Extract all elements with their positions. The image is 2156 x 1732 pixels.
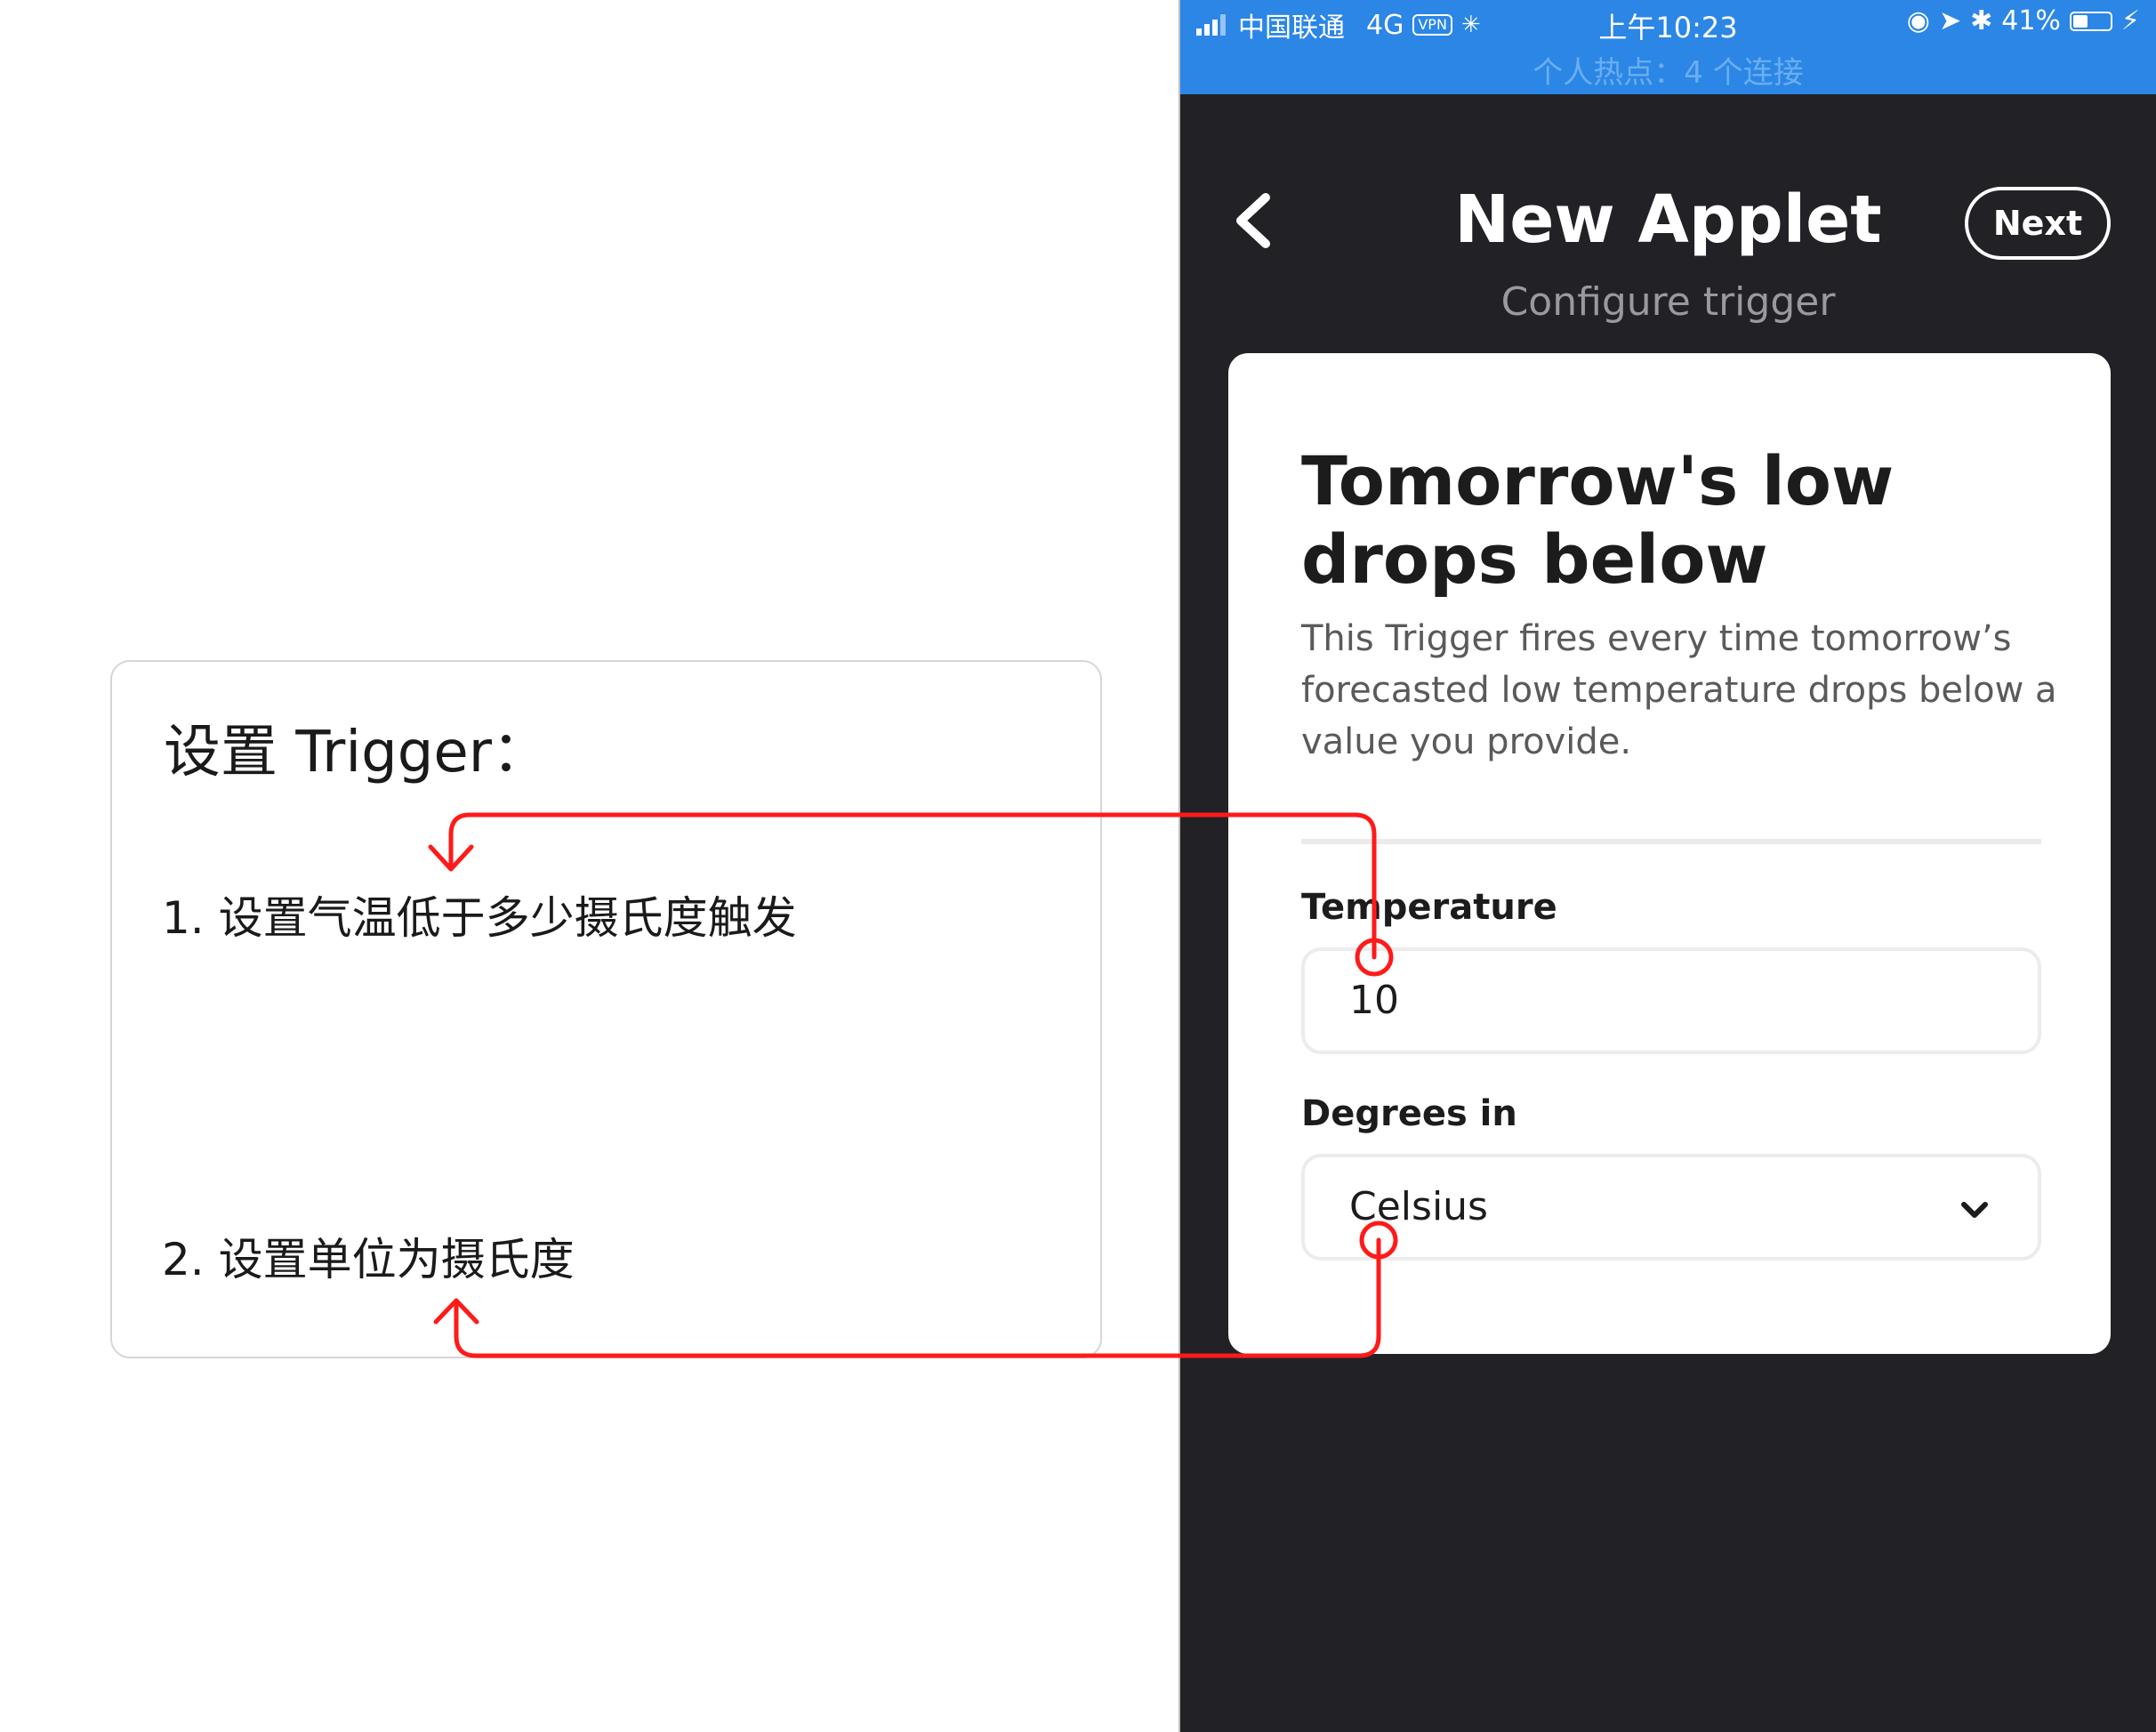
page-subtitle: Configure trigger [1500,279,1836,325]
temperature-input[interactable]: 10 [1301,947,2041,1054]
annotation-card: 设置 Trigger： 1. 设置气温低于多少摄氏度触发 2. 设置单位为摄氏度 [110,660,1102,1358]
degrees-select[interactable]: Celsius [1301,1154,2041,1261]
annotation-title: 设置 Trigger： [164,720,550,785]
bluetooth-icon: ✱ [1970,5,1993,36]
divider [1301,839,2041,844]
degrees-label: Degrees in [1301,1093,1517,1134]
trigger-description: This Trigger fires every time tomorrow’s… [1301,618,2057,762]
battery-percent: 41% [2001,5,2061,36]
battery-icon [2069,11,2112,31]
temperature-value: 10 [1349,978,1399,1023]
hotspot-banner[interactable]: 个人热点：4 个连接 [1180,48,2156,92]
phone-screen: 中国联通 4G VPN ✳ 上午10:23 ◉ ➤ ✱ 41% ⚡ 个人热点：4… [1179,0,2156,1732]
trigger-title: Tomorrow's low drops below [1301,441,1895,599]
location-icon: ➤ [1938,5,1962,36]
trigger-card: Tomorrow's low drops below This Trigger … [1228,353,2111,1354]
status-bar: 中国联通 4G VPN ✳ 上午10:23 ◉ ➤ ✱ 41% ⚡ 个人热点：4… [1180,0,2156,94]
annotation-step-1: 1. 设置气温低于多少摄氏度触发 [162,892,797,944]
next-button[interactable]: Next [1965,187,2111,260]
charging-icon: ⚡ [2120,5,2140,36]
annotation-step-2: 2. 设置单位为摄氏度 [162,1234,575,1285]
chevron-down-icon [1961,1202,1988,1218]
degrees-value: Celsius [1349,1184,1488,1229]
rotation-lock-icon: ◉ [1906,5,1930,36]
temperature-label: Temperature [1301,887,1557,928]
